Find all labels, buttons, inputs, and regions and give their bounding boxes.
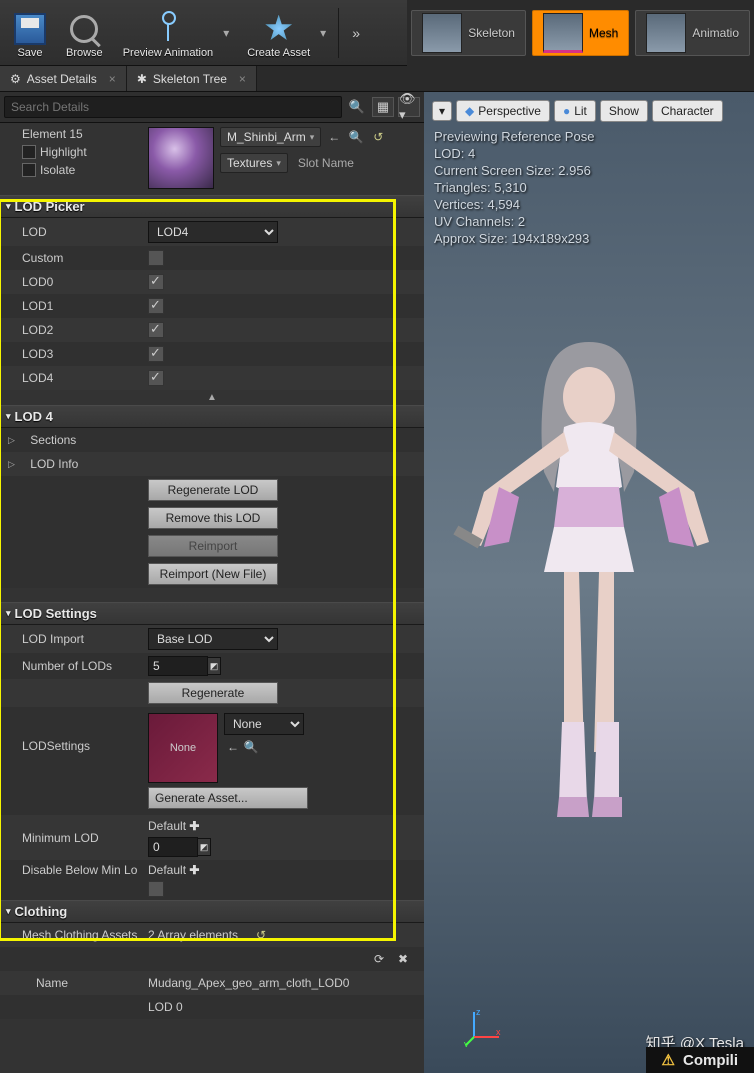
clothing-header[interactable]: ▾Clothing [0, 900, 424, 923]
compiling-status: ⚠Compili [646, 1047, 754, 1073]
slot-name-label: Slot Name [298, 156, 354, 170]
mesh-thumb [543, 13, 583, 53]
tab-skeleton-tree[interactable]: ✱ Skeleton Tree × [127, 66, 257, 91]
back-arrow-icon[interactable]: ← [224, 739, 242, 755]
regenerate-lod-button[interactable]: Regenerate LOD [148, 479, 278, 501]
spin-handle[interactable]: ◩ [207, 657, 221, 675]
lod-combo[interactable]: LOD4 [148, 221, 278, 243]
lodsettings-thumb[interactable]: None [148, 713, 218, 783]
browse-button[interactable]: Browse [56, 3, 113, 63]
preview-dropdown[interactable]: ▾ [223, 26, 237, 40]
skeleton-thumb [422, 13, 462, 53]
create-dropdown[interactable]: ▾ [320, 26, 334, 40]
reimport-new-button[interactable]: Reimport (New File) [148, 563, 278, 585]
delete-icon[interactable]: ✖ [394, 951, 412, 967]
reimport-button[interactable]: Reimport [148, 535, 278, 557]
lod4-checkbox[interactable] [148, 370, 164, 386]
animation-thumb [646, 13, 686, 53]
generate-asset-button[interactable]: Generate Asset... [148, 787, 308, 809]
lod4-header[interactable]: ▾LOD 4 [0, 405, 424, 428]
svg-text:z: z [476, 1007, 481, 1017]
lodinfo-row[interactable]: ▷ LOD Info [0, 452, 424, 476]
show-button[interactable]: Show [600, 100, 648, 122]
viewport-menu[interactable]: ▾ [432, 101, 452, 121]
lod-picker-header[interactable]: ▾LOD Picker [0, 195, 424, 218]
element-label: Element 15 [22, 127, 142, 141]
save-button[interactable]: Save [4, 3, 56, 63]
axis-gizmo: z x y [464, 1007, 504, 1047]
save-icon [14, 13, 46, 45]
svg-text:y: y [464, 1039, 469, 1047]
create-asset-button[interactable]: Create Asset [237, 3, 320, 63]
refresh-icon[interactable]: ⟳ [370, 951, 388, 967]
sections-row[interactable]: ▷ Sections [0, 428, 424, 452]
find-icon[interactable]: 🔍 [347, 129, 365, 145]
close-icon[interactable]: × [239, 72, 246, 86]
num-lods-input[interactable] [148, 656, 208, 676]
spin-handle[interactable]: ◩ [197, 838, 211, 856]
preview-anim-icon [152, 13, 184, 45]
back-arrow-icon[interactable]: ← [325, 129, 343, 145]
skeleton-mode[interactable]: Skeleton [411, 10, 526, 56]
tab-asset-details[interactable]: ⚙ Asset Details × [0, 66, 127, 91]
details-icon: ⚙ [10, 72, 21, 86]
isolate-checkbox[interactable] [22, 163, 36, 177]
reset-icon[interactable]: ↺ [252, 927, 270, 943]
lod3-checkbox[interactable] [148, 346, 164, 362]
collapse-arrow[interactable]: ▲ [0, 390, 424, 405]
viewport-stats: Previewing Reference Pose LOD: 4 Current… [434, 128, 594, 247]
perspective-button[interactable]: ◆Perspective [456, 100, 550, 122]
toolbar-separator [338, 8, 339, 58]
lod2-checkbox[interactable] [148, 322, 164, 338]
find-icon[interactable]: 🔍 [242, 739, 260, 755]
create-asset-icon [263, 13, 295, 45]
highlight-checkbox[interactable] [22, 145, 36, 159]
search-input[interactable] [4, 96, 342, 118]
close-icon[interactable]: × [109, 72, 116, 86]
add-icon[interactable]: ✚ [189, 863, 199, 877]
disable-checkbox[interactable] [148, 881, 164, 897]
reset-icon[interactable]: ↺ [369, 129, 387, 145]
toolbar-overflow[interactable]: » [343, 25, 369, 41]
svg-text:x: x [496, 1027, 501, 1037]
animation-mode[interactable]: Animatio [635, 10, 750, 56]
textures-combo[interactable]: Textures▾ [220, 153, 288, 173]
character-preview [449, 322, 729, 882]
grid-view-icon[interactable]: ▦ [372, 97, 394, 117]
browse-icon [68, 13, 100, 45]
character-button[interactable]: Character [652, 100, 723, 122]
preview-animation-button[interactable]: Preview Animation [113, 3, 224, 63]
lit-button[interactable]: ●Lit [554, 100, 596, 122]
min-lod-input[interactable] [148, 837, 198, 857]
search-icon[interactable]: 🔍 [346, 97, 368, 117]
lodsettings-combo[interactable]: None [224, 713, 304, 735]
lod-import-combo[interactable]: Base LOD [148, 628, 278, 650]
lod1-checkbox[interactable] [148, 298, 164, 314]
material-combo[interactable]: M_Shinbi_Arm▾ [220, 127, 321, 147]
regenerate-button[interactable]: Regenerate [148, 682, 278, 704]
material-thumbnail[interactable] [148, 127, 214, 189]
remove-lod-button[interactable]: Remove this LOD [148, 507, 278, 529]
skeleton-tree-icon: ✱ [137, 72, 147, 86]
lod0-checkbox[interactable] [148, 274, 164, 290]
mesh-mode[interactable]: Mesh [532, 10, 629, 56]
custom-checkbox[interactable] [148, 250, 164, 266]
eye-dropdown-icon[interactable]: 👁▾ [398, 97, 420, 117]
lod-settings-header[interactable]: ▾LOD Settings [0, 602, 424, 625]
add-icon[interactable]: ✚ [189, 819, 199, 833]
